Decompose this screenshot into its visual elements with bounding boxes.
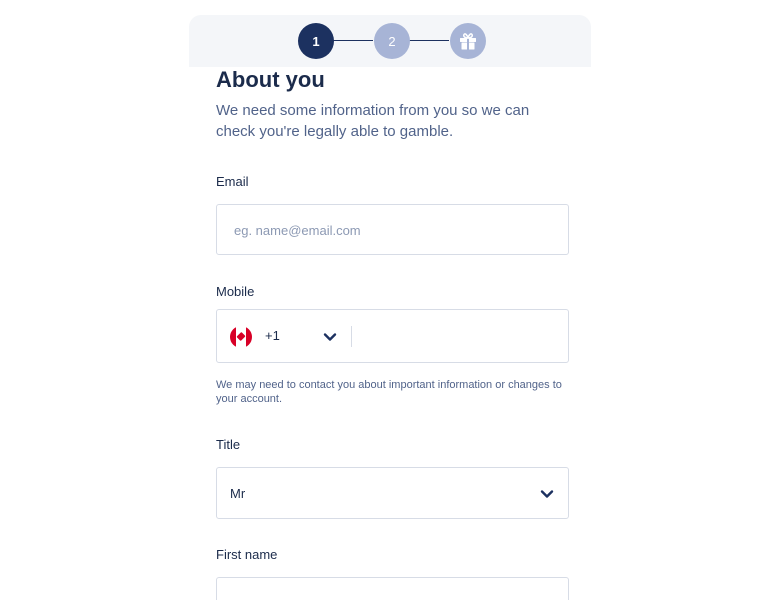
first-name-input[interactable] <box>230 590 550 600</box>
title-select[interactable]: Mr <box>216 467 569 519</box>
page-subtitle: We need some information from you so we … <box>216 102 530 140</box>
email-label: Email <box>216 174 249 189</box>
chevron-down-icon[interactable] <box>323 330 337 344</box>
mobile-input[interactable] <box>359 327 559 345</box>
progress-stepper: 1 2 <box>189 15 591 67</box>
field-divider <box>351 326 352 347</box>
canada-flag-icon[interactable] <box>230 326 252 348</box>
title-label: Title <box>216 437 241 452</box>
step-connector <box>409 40 449 41</box>
form-intro: About you We need some information from … <box>216 66 569 142</box>
mobile-helper-text: We may need to contact you about importa… <box>216 379 562 405</box>
step-1: 1 <box>298 23 334 59</box>
step-2: 2 <box>374 23 410 59</box>
chevron-down-icon <box>540 490 554 498</box>
email-field-box[interactable] <box>216 204 569 255</box>
email-input[interactable] <box>234 221 554 239</box>
step-1-label: 1 <box>312 33 320 49</box>
signup-page: 1 2 About you We need some information f… <box>0 0 780 600</box>
mobile-field-box: +1 <box>216 309 569 363</box>
country-dial-code[interactable]: +1 <box>265 328 280 343</box>
title-select-value: Mr <box>230 486 246 501</box>
mobile-label: Mobile <box>216 284 255 299</box>
step-gift <box>450 23 486 59</box>
first-name-label: First name <box>216 547 278 562</box>
step-2-label: 2 <box>388 33 396 49</box>
step-connector <box>333 40 373 41</box>
first-name-field-box[interactable] <box>216 577 569 600</box>
gift-icon <box>460 33 476 50</box>
page-title: About you <box>216 67 325 92</box>
